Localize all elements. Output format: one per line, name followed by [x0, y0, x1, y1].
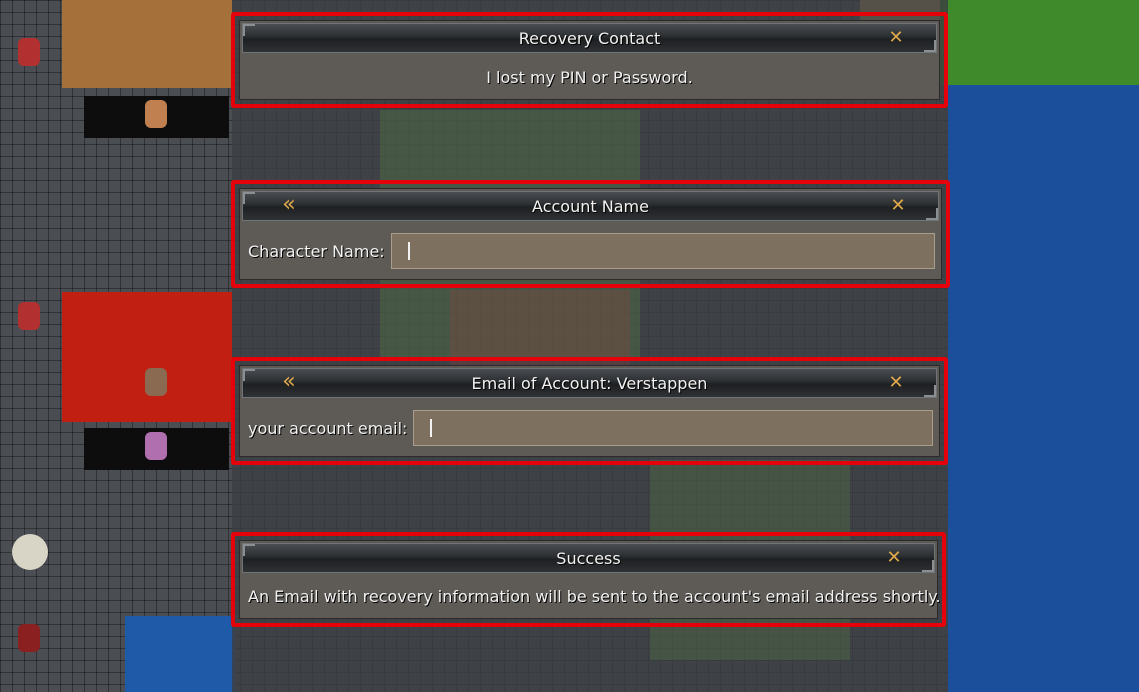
character-name-row: Character Name:	[242, 225, 939, 277]
character-name-input[interactable]	[390, 233, 935, 269]
close-icon[interactable]: ✕	[888, 196, 908, 216]
water	[948, 85, 1139, 692]
frame-corner-ornament	[926, 208, 938, 220]
house-roof	[62, 0, 232, 88]
dialog-window: « Email of Account: Verstappen ✕ your ac…	[239, 365, 940, 457]
dialog-window: « Account Name ✕ Character Name:	[239, 188, 942, 280]
frame-corner-ornament	[243, 192, 255, 204]
character-sprite	[18, 624, 40, 652]
text-cursor	[407, 242, 410, 260]
frame-corner-ornament	[924, 40, 936, 52]
success-message-row: An Email with recovery information will …	[242, 577, 941, 616]
house-roof	[62, 292, 232, 422]
recovery-contact-dialog: Recovery Contact ✕ I lost my PIN or Pass…	[231, 12, 948, 108]
water	[125, 616, 235, 692]
dialog-title: Email of Account: Verstappen	[471, 373, 708, 393]
dialog-window: Success ✕ An Email with recovery informa…	[239, 540, 941, 619]
success-message: An Email with recovery information will …	[248, 587, 941, 606]
dialog-window: Recovery Contact ✕ I lost my PIN or Pass…	[239, 20, 940, 100]
dialog-titlebar[interactable]: « Email of Account: Verstappen ✕	[242, 368, 937, 398]
dialog-title: Account Name	[532, 196, 649, 216]
character-sprite	[18, 302, 40, 330]
account-email-label: your account email:	[248, 418, 408, 438]
email-of-account-dialog: « Email of Account: Verstappen ✕ your ac…	[231, 357, 948, 465]
account-email-row: your account email:	[242, 402, 937, 454]
character-sprite	[145, 368, 167, 396]
double-chevron-left-icon[interactable]: «	[275, 371, 299, 393]
close-icon[interactable]: ✕	[884, 548, 904, 568]
character-sprite	[145, 100, 167, 128]
character-sprite	[145, 432, 167, 460]
close-icon[interactable]: ✕	[886, 373, 906, 393]
account-name-dialog: « Account Name ✕ Character Name:	[231, 180, 950, 288]
close-icon[interactable]: ✕	[886, 28, 906, 48]
dialog-titlebar[interactable]: Success ✕	[242, 543, 935, 573]
success-dialog: Success ✕ An Email with recovery informa…	[231, 532, 946, 627]
account-email-input[interactable]	[413, 410, 933, 446]
dialog-titlebar[interactable]: « Account Name ✕	[242, 191, 939, 221]
dialog-titlebar[interactable]: Recovery Contact ✕	[242, 23, 937, 53]
frame-corner-ornament	[922, 560, 934, 572]
character-sprite	[18, 38, 40, 66]
option-label: I lost my PIN or Password.	[486, 67, 693, 87]
grass	[940, 0, 1139, 85]
frame-corner-ornament	[243, 544, 255, 556]
frame-corner-ornament	[243, 24, 255, 36]
dialog-title: Recovery Contact	[518, 28, 661, 48]
lost-pin-option[interactable]: I lost my PIN or Password.	[242, 57, 937, 97]
frame-corner-ornament	[924, 385, 936, 397]
character-name-label: Character Name:	[248, 241, 385, 261]
double-chevron-left-icon[interactable]: «	[275, 194, 299, 216]
frame-corner-ornament	[243, 369, 255, 381]
character-sprite	[12, 534, 48, 570]
dialog-title: Success	[556, 548, 621, 568]
text-cursor	[430, 419, 433, 437]
